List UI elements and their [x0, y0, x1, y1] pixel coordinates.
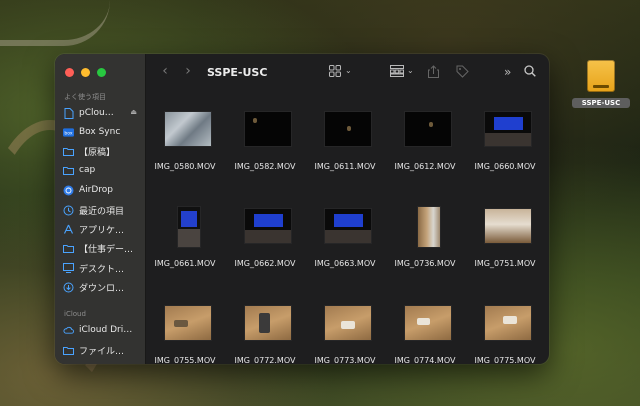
close-button[interactable]	[65, 68, 74, 77]
video-thumbnail	[325, 112, 371, 146]
finder-window: よく使う項目 pClou… ⏏ box Box Sync 【原稿】 cap Ai…	[55, 54, 549, 364]
sidebar-item-box-sync[interactable]: box Box Sync	[63, 124, 143, 140]
tag-icon[interactable]	[456, 65, 469, 81]
file-item[interactable]: IMG_0736.MOV	[385, 189, 465, 279]
search-icon[interactable]	[524, 65, 536, 80]
file-item[interactable]: IMG_0661.MOV	[145, 189, 225, 279]
file-item[interactable]: IMG_0660.MOV	[465, 92, 545, 182]
toolbar: ‹ › SSPE-USC ⌄ ⌄ »	[145, 54, 549, 92]
file-item[interactable]: IMG_0773.MOV	[305, 286, 385, 364]
sidebar-item-label: pClou…	[79, 108, 114, 118]
video-thumbnail	[405, 112, 451, 146]
sidebar-item-label: 【原稿】	[79, 147, 116, 158]
folder-icon	[63, 243, 74, 254]
clock-icon	[63, 205, 74, 216]
sidebar-item-label: iCloud Dri…	[79, 325, 133, 335]
file-item[interactable]: IMG_0663.MOV	[305, 189, 385, 279]
video-thumbnail	[485, 112, 531, 146]
folder-icon	[63, 146, 74, 157]
video-thumbnail	[245, 306, 291, 340]
forward-button[interactable]: ›	[181, 63, 195, 79]
sidebar-item-pcloud[interactable]: pClou… ⏏	[63, 105, 143, 121]
sidebar-item-recents[interactable]: 最近の項目	[63, 202, 143, 218]
desktop-drive[interactable]: SSPE-USC	[572, 56, 630, 110]
file-name: IMG_0775.MOV	[474, 356, 536, 364]
file-item[interactable]: IMG_0772.MOV	[225, 286, 305, 364]
eject-icon[interactable]: ⏏	[130, 108, 137, 116]
sidebar-item-label: AirDrop	[79, 185, 114, 195]
window-title: SSPE-USC	[207, 66, 268, 79]
sidebar-section-favorites: よく使う項目	[64, 93, 106, 101]
sidebar-item-label: ファイル…	[79, 346, 125, 357]
sidebar-item-genkou[interactable]: 【原稿】	[63, 143, 143, 159]
wallpaper-road	[0, 0, 110, 46]
video-thumbnail	[485, 306, 531, 340]
file-item[interactable]: IMG_0580.MOV	[145, 92, 225, 182]
video-thumbnail	[325, 306, 371, 340]
sidebar-item-files[interactable]: ファイル…	[63, 342, 143, 358]
share-icon[interactable]	[428, 65, 439, 81]
chevron-down-icon[interactable]: ⌄	[407, 66, 414, 75]
video-thumbnail	[325, 209, 371, 243]
video-thumbnail	[245, 112, 291, 146]
icloud-icon	[63, 325, 74, 336]
file-item[interactable]: IMG_0582.MOV	[225, 92, 305, 182]
sidebar-item-label: アプリケ…	[79, 225, 125, 236]
more-chevron-icon[interactable]: »	[504, 65, 511, 79]
video-thumbnail	[165, 306, 211, 340]
minimize-button[interactable]	[81, 68, 90, 77]
video-thumbnail	[165, 112, 211, 146]
sidebar-item-icloud-drive[interactable]: iCloud Dri…	[63, 322, 143, 338]
document-icon	[63, 107, 74, 119]
chevron-down-icon[interactable]: ⌄	[345, 66, 352, 75]
desktop-icon	[63, 263, 74, 274]
file-item[interactable]: IMG_0755.MOV	[145, 286, 225, 364]
video-thumbnail	[178, 207, 200, 247]
video-thumbnail	[405, 306, 451, 340]
sidebar-item-cap[interactable]: cap	[63, 162, 143, 178]
view-icons-icon[interactable]	[329, 65, 341, 80]
drive-label: SSPE-USC	[572, 98, 630, 108]
sidebar-item-downloads[interactable]: ダウンロ…	[63, 279, 143, 295]
file-item[interactable]: IMG_0662.MOV	[225, 189, 305, 279]
back-button[interactable]: ‹	[158, 63, 172, 79]
video-thumbnail	[485, 209, 531, 243]
sidebar-item-label: cap	[79, 165, 96, 175]
sidebar-item-label: 最近の項目	[79, 206, 125, 217]
sidebar-item-label: Box Sync	[79, 127, 121, 137]
applications-icon	[63, 224, 74, 235]
zoom-button[interactable]	[97, 68, 106, 77]
box-icon: box	[63, 127, 74, 138]
sidebar-section-icloud: iCloud	[64, 310, 86, 318]
video-thumbnail	[418, 207, 440, 247]
window-controls	[65, 68, 106, 77]
sidebar-item-work-data[interactable]: 【仕事デー…	[63, 240, 143, 256]
file-name: IMG_0660.MOV	[474, 162, 536, 171]
file-name: IMG_0751.MOV	[474, 259, 536, 268]
external-drive-icon	[587, 60, 615, 92]
file-item[interactable]: IMG_0751.MOV	[465, 189, 545, 279]
file-item[interactable]: IMG_0611.MOV	[305, 92, 385, 182]
sidebar-item-applications[interactable]: アプリケ…	[63, 221, 143, 237]
sidebar-item-desktop[interactable]: デスクト…	[63, 260, 143, 276]
group-icon[interactable]	[390, 65, 404, 80]
file-grid: IMG_0580.MOV IMG_0582.MOV IMG_0611.MOV I…	[145, 92, 549, 364]
svg-text:box: box	[64, 130, 73, 136]
sidebar-item-airdrop[interactable]: AirDrop	[63, 182, 143, 198]
sidebar: よく使う項目 pClou… ⏏ box Box Sync 【原稿】 cap Ai…	[55, 54, 146, 364]
sidebar-item-label: 【仕事デー…	[79, 244, 134, 255]
video-thumbnail	[245, 209, 291, 243]
file-item[interactable]: IMG_0775.MOV	[465, 286, 545, 364]
sidebar-item-label: デスクト…	[79, 264, 125, 275]
file-item[interactable]: IMG_0612.MOV	[385, 92, 465, 182]
sidebar-item-label: ダウンロ…	[79, 283, 125, 294]
folder-icon	[63, 345, 74, 356]
airdrop-icon	[63, 185, 74, 196]
folder-icon	[63, 165, 74, 176]
file-item[interactable]: IMG_0774.MOV	[385, 286, 465, 364]
download-icon	[63, 282, 74, 293]
